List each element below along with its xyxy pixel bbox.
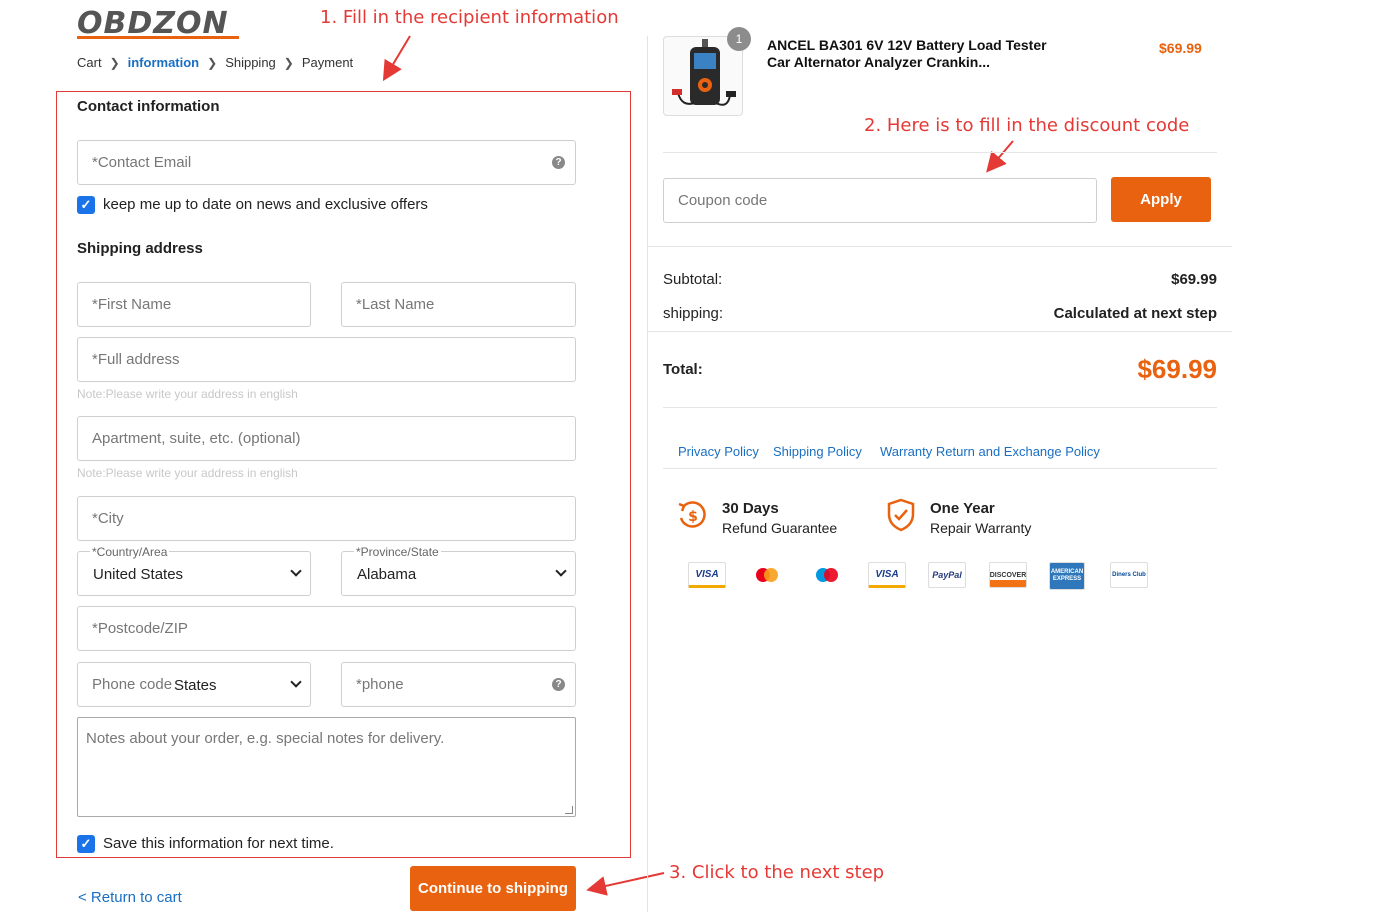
product-price: $69.99 <box>1159 40 1202 56</box>
order-notes-textarea[interactable]: Notes about your order, e.g. special not… <box>77 717 576 817</box>
diners-club-card-icon: Diners Club <box>1110 562 1148 588</box>
postcode-field[interactable]: *Postcode/ZIP <box>77 606 576 651</box>
phone-field[interactable]: *phone ? <box>341 662 576 707</box>
visa-electron-card-icon: VISA <box>868 562 906 588</box>
country-select[interactable]: *Country/Area United States <box>77 545 311 596</box>
breadcrumb-payment: Payment <box>301 55 354 70</box>
address-field[interactable]: *Full address <box>77 337 576 382</box>
newsletter-checkbox[interactable]: ✓ <box>77 196 95 214</box>
shipping-value: Calculated at next step <box>1053 305 1217 322</box>
divider <box>663 152 1217 153</box>
first-name-placeholder: *First Name <box>92 296 172 313</box>
amex-card-icon: AMERICAN EXPRESS <box>1049 562 1085 590</box>
email-field[interactable]: *Contact Email ? <box>77 140 576 185</box>
province-label: *Province/State <box>354 545 441 559</box>
province-select[interactable]: *Province/State Alabama <box>341 545 576 596</box>
return-to-cart-link[interactable]: < Return to cart <box>78 889 182 906</box>
save-info-checkbox[interactable]: ✓ <box>77 835 95 853</box>
shield-check-icon <box>887 498 915 532</box>
chevron-right-icon: ❯ <box>207 55 218 70</box>
breadcrumb-cart[interactable]: Cart <box>77 55 102 70</box>
first-name-field[interactable]: *First Name <box>77 282 311 327</box>
shipping-policy-link[interactable]: Shipping Policy <box>773 444 862 459</box>
shipping-label: shipping: <box>663 305 724 322</box>
continue-to-shipping-button[interactable]: Continue to shipping <box>410 866 576 911</box>
apartment-field[interactable]: Apartment, suite, etc. (optional) <box>77 416 576 461</box>
coupon-placeholder: Coupon code <box>678 192 768 209</box>
chevron-down-icon <box>555 565 567 577</box>
warranty-policy-link[interactable]: Warranty Return and Exchange Policy <box>880 444 1100 459</box>
breadcrumb: Cart ❯ information ❯ Shipping ❯ Payment <box>77 55 353 70</box>
apartment-placeholder: Apartment, suite, etc. (optional) <box>92 430 301 447</box>
privacy-policy-link[interactable]: Privacy Policy <box>678 444 759 459</box>
chevron-right-icon: ❯ <box>109 55 120 70</box>
postcode-placeholder: *Postcode/ZIP <box>92 620 188 637</box>
apply-coupon-button[interactable]: Apply <box>1111 177 1211 222</box>
newsletter-label: keep me up to date on news and exclusive… <box>103 196 428 213</box>
help-icon[interactable]: ? <box>552 156 565 169</box>
refund-guarantee-title: 30 Days <box>722 500 779 517</box>
city-placeholder: *City <box>92 510 124 527</box>
divider <box>663 468 1217 469</box>
breadcrumb-information: information <box>127 55 200 70</box>
subtotal-label: Subtotal: <box>663 271 723 288</box>
svg-text:$: $ <box>688 509 698 525</box>
divider <box>648 246 1232 247</box>
city-field[interactable]: *City <box>77 496 576 541</box>
email-placeholder: *Contact Email <box>92 154 192 171</box>
resize-handle-icon[interactable] <box>565 806 573 814</box>
country-label: *Country/Area <box>90 545 170 559</box>
total-label: Total: <box>663 361 703 378</box>
phone-code-placeholder: Phone code <box>92 676 173 693</box>
arrow-step-2 <box>986 140 1014 173</box>
help-icon[interactable]: ? <box>552 678 565 691</box>
address-placeholder: *Full address <box>92 351 180 368</box>
last-name-field[interactable]: *Last Name <box>341 282 576 327</box>
annotation-step-1: 1. Fill in the recipient information <box>320 7 619 28</box>
country-value: United States <box>93 566 184 583</box>
chevron-down-icon <box>290 676 302 688</box>
coupon-code-input[interactable]: Coupon code <box>663 178 1097 223</box>
annotation-step-2: 2. Here is to fill in the discount code <box>864 115 1190 136</box>
shipping-section-title: Shipping address <box>77 240 203 257</box>
refund-dollar-icon: $ <box>678 501 706 528</box>
arrow-step-1 <box>382 35 411 82</box>
contact-section-title: Contact information <box>77 98 220 115</box>
column-divider <box>647 36 648 912</box>
paypal-icon: PayPal <box>928 562 966 588</box>
visa-card-icon: VISA <box>688 562 726 588</box>
chevron-down-icon <box>290 565 302 577</box>
subtotal-value: $69.99 <box>1171 271 1217 288</box>
annotation-step-3: 3. Click to the next step <box>669 862 885 883</box>
divider <box>663 407 1217 408</box>
mastercard-icon <box>748 562 786 588</box>
order-notes-placeholder: Notes about your order, e.g. special not… <box>86 730 445 747</box>
save-info-label: Save this information for next time. <box>103 835 334 852</box>
repair-warranty-title: One Year <box>930 500 995 517</box>
address-note: Note:Please write your address in englis… <box>77 387 298 401</box>
chevron-right-icon: ❯ <box>283 55 294 70</box>
quantity-badge: 1 <box>727 27 751 51</box>
phone-placeholder: *phone <box>356 676 404 693</box>
breadcrumb-shipping: Shipping <box>225 55 276 70</box>
maestro-icon <box>808 562 846 588</box>
refund-guarantee-subtitle: Refund Guarantee <box>722 520 838 536</box>
repair-warranty-subtitle: Repair Warranty <box>930 520 1032 536</box>
province-value: Alabama <box>357 566 417 583</box>
discover-card-icon: DISCOVER <box>989 562 1027 588</box>
phone-code-select[interactable]: Phone code States <box>77 662 311 707</box>
total-value: $69.99 <box>1137 354 1217 384</box>
apartment-note: Note:Please write your address in englis… <box>77 466 298 480</box>
phone-code-value: States <box>174 677 217 694</box>
logo-underline <box>77 36 239 39</box>
divider <box>648 331 1232 332</box>
product-title: ANCEL BA301 6V 12V Battery Load Tester C… <box>767 37 1047 70</box>
last-name-placeholder: *Last Name <box>356 296 435 313</box>
arrow-step-3 <box>586 872 665 896</box>
